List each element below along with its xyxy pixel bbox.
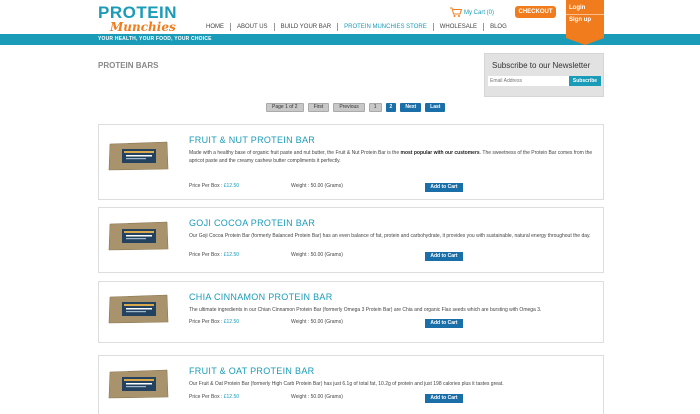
site-logo[interactable]: PROTEIN Munchies [98,4,177,34]
add-to-cart-button[interactable]: Add to Cart [425,183,463,192]
login-link[interactable]: Login [566,3,604,15]
product-price: £12.50 [223,394,240,400]
pagination-previous[interactable]: Previous [333,103,365,112]
newsletter-email-input[interactable] [488,76,570,86]
add-to-cart-button[interactable]: Add to Cart [425,319,463,328]
product-price: £12.50 [223,319,240,325]
product-card: FRUIT & NUT PROTEIN BAR Made with a heal… [98,124,604,200]
pagination-next[interactable]: Next [400,103,422,112]
product-weight: Weight : 50.00 (Grams) [291,319,343,325]
checkout-button[interactable]: CHECKOUT [515,6,556,18]
account-tab: Login Sign up [566,0,604,45]
account-tab-tip [566,38,604,45]
product-image[interactable] [108,293,169,325]
product-price: £12.50 [223,252,240,258]
nav-item-about-us[interactable]: ABOUT US [231,23,275,31]
product-price: £12.50 [223,183,240,189]
product-price-row: Price Per Box : £12.50 [189,252,240,258]
product-name[interactable]: FRUIT & NUT PROTEIN BAR [189,135,315,145]
page-title: PROTEIN BARS [98,61,159,70]
product-description: Our Goji Cocoa Protein Bar (formerly Bal… [189,233,591,239]
newsletter-box: Subscribe to our Newsletter Subscribe [484,53,604,97]
product-name[interactable]: FRUIT & OAT PROTEIN BAR [189,366,314,376]
logo-text-protein: PROTEIN [98,3,178,22]
cart-link[interactable]: My Cart (0) [450,7,494,18]
product-card: FRUIT & OAT PROTEIN BAR Our Fruit & Oat … [98,355,604,414]
tagline: YOUR HEALTH, YOUR FOOD, YOUR CHOICE [98,36,212,42]
product-weight: Weight : 50.00 (Grams) [291,183,343,189]
shopping-cart-icon [450,7,462,17]
main-nav: HOME ABOUT US BUILD YOUR BAR PROTEIN MUN… [200,23,513,31]
logo-text-munchies: Munchies [110,20,176,34]
nav-item-store[interactable]: PROTEIN MUNCHIES STORE [338,23,434,31]
add-to-cart-button[interactable]: Add to Cart [425,252,463,261]
pagination-last[interactable]: Last [425,103,446,112]
nav-item-home[interactable]: HOME [200,23,231,31]
pagination-page-2[interactable]: 2 [385,103,397,112]
nav-item-blog[interactable]: BLOG [484,23,513,31]
product-price-row: Price Per Box : £12.50 [189,183,240,189]
product-image[interactable] [108,368,169,400]
nav-item-wholesale[interactable]: WHOLESALE [434,23,485,31]
signup-link[interactable]: Sign up [566,15,604,25]
product-description: Made with a healthy base of organic frui… [189,150,593,164]
product-price-row: Price Per Box : £12.50 [189,394,240,400]
cart-label: My Cart (0) [464,9,494,16]
product-description: Our Fruit & Oat Protein Bar (formerly Hi… [189,381,504,387]
subscribe-button[interactable]: Subscribe [569,76,601,86]
product-image[interactable] [108,140,169,172]
product-card: CHIA CINNAMON PROTEIN BAR The ultimate i… [98,281,604,343]
pagination-page-1[interactable]: 1 [368,103,382,112]
product-price-row: Price Per Box : £12.50 [189,319,240,325]
product-weight: Weight : 50.00 (Grams) [291,394,343,400]
product-weight: Weight : 50.00 (Grams) [291,252,343,258]
add-to-cart-button[interactable]: Add to Cart [425,394,463,403]
product-description: The ultimate ingredients in our Chian Ci… [189,307,542,313]
product-name[interactable]: CHIA CINNAMON PROTEIN BAR [189,292,333,302]
pagination: Page 1 of 2 First Previous 1 2 Next Last [266,103,446,112]
product-card: GOJI COCOA PROTEIN BAR Our Goji Cocoa Pr… [98,207,604,273]
product-image[interactable] [108,220,169,252]
page-info: Page 1 of 2 [266,103,304,112]
product-name[interactable]: GOJI COCOA PROTEIN BAR [189,218,315,228]
nav-item-build-your-bar[interactable]: BUILD YOUR BAR [275,23,339,31]
newsletter-title: Subscribe to our Newsletter [492,61,591,70]
pagination-first[interactable]: First [307,103,330,112]
